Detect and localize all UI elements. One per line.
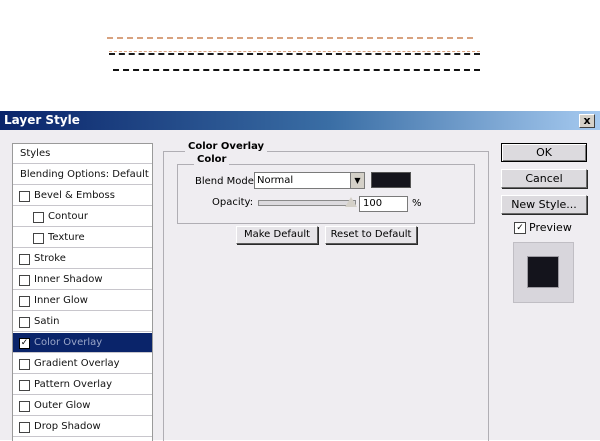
styles-list-item[interactable]: Styles	[13, 144, 152, 164]
canvas-dashed-line-dark	[113, 69, 480, 71]
styles-list-item[interactable]: Stroke	[13, 249, 152, 269]
styles-list-label: Texture	[48, 232, 85, 243]
opacity-slider[interactable]	[258, 200, 356, 206]
close-button[interactable]: x	[579, 114, 595, 128]
styles-list-item[interactable]: ✓ Color Overlay	[13, 333, 152, 353]
overlay-color-swatch[interactable]	[371, 172, 411, 188]
cancel-button[interactable]: Cancel	[501, 169, 587, 188]
styles-list-label: Pattern Overlay	[34, 379, 113, 390]
styles-list-checkbox[interactable]	[19, 191, 30, 202]
styles-list-checkbox[interactable]	[33, 212, 44, 223]
styles-list-checkbox[interactable]	[33, 233, 44, 244]
styles-list-label: Outer Glow	[34, 400, 91, 411]
styles-list-checkbox[interactable]	[19, 254, 30, 265]
styles-list-item[interactable]: Gradient Overlay	[13, 354, 152, 374]
opacity-unit: %	[412, 198, 422, 209]
blend-mode-select[interactable]: Normal ▼	[254, 172, 365, 189]
styles-list: Styles Blending Options: Default Bevel & E…	[12, 143, 153, 441]
styles-list-checkbox[interactable]: ✓	[19, 338, 30, 349]
canvas-dashed-line-orange	[107, 37, 473, 39]
preview-sample	[528, 257, 558, 287]
dialog-titlebar[interactable]: Layer Style x	[0, 111, 600, 130]
styles-list-label: Satin	[34, 316, 60, 327]
blend-mode-value: Normal	[257, 175, 294, 186]
styles-list-item[interactable]: Drop Shadow	[13, 417, 152, 437]
close-icon: x	[583, 114, 591, 127]
styles-list-item[interactable]: Inner Shadow	[13, 270, 152, 290]
styles-list-checkbox[interactable]	[19, 275, 30, 286]
styles-list-checkbox[interactable]	[19, 359, 30, 370]
canvas-dashed-line-black	[109, 53, 480, 55]
styles-list-label: Stroke	[34, 253, 66, 264]
ok-button[interactable]: OK	[501, 143, 587, 162]
styles-list-label: Color Overlay	[34, 337, 103, 348]
styles-list-checkbox[interactable]	[19, 317, 30, 328]
styles-list-checkbox[interactable]	[19, 401, 30, 412]
preview-checkbox[interactable]: ✓	[514, 222, 526, 234]
styles-list-checkbox[interactable]	[19, 422, 30, 433]
styles-list-item[interactable]: Satin	[13, 312, 152, 332]
opacity-label: Opacity:	[212, 197, 254, 208]
styles-list-item[interactable]: Pattern Overlay	[13, 375, 152, 395]
make-default-button[interactable]: Make Default	[236, 226, 318, 244]
styles-list-item[interactable]: Blending Options: Default	[13, 165, 152, 185]
chevron-down-icon[interactable]: ▼	[350, 173, 364, 188]
styles-list-checkbox[interactable]	[19, 296, 30, 307]
styles-list-label: Styles	[20, 148, 51, 159]
new-style-button[interactable]: New Style...	[501, 195, 587, 214]
section-title: Color Overlay	[185, 141, 268, 152]
dialog-title: Layer Style	[4, 113, 80, 127]
opacity-input[interactable]: 100	[359, 196, 408, 212]
styles-list-item[interactable]: Bevel & Emboss	[13, 186, 152, 206]
styles-list-label: Blending Options: Default	[20, 169, 149, 180]
preview-label: Preview	[529, 221, 572, 234]
styles-list-checkbox[interactable]	[19, 380, 30, 391]
styles-list-label: Bevel & Emboss	[34, 190, 115, 201]
styles-list-item[interactable]: Contour	[13, 207, 152, 227]
group-title: Color	[194, 154, 230, 165]
blend-mode-label: Blend Mode:	[195, 176, 258, 187]
styles-list-label: Inner Glow	[34, 295, 88, 306]
styles-list-item[interactable]: Inner Glow	[13, 291, 152, 311]
styles-list-label: Contour	[48, 211, 88, 222]
styles-list-label: Inner Shadow	[34, 274, 103, 285]
styles-list-item[interactable]: Outer Glow	[13, 396, 152, 416]
styles-list-label: Gradient Overlay	[34, 358, 120, 369]
canvas-dashed-line-orange-overlay	[109, 51, 480, 52]
styles-list-label: Drop Shadow	[34, 421, 101, 432]
opacity-slider-thumb[interactable]	[345, 197, 357, 207]
reset-to-default-button[interactable]: Reset to Default	[325, 226, 417, 244]
styles-list-item[interactable]: Texture	[13, 228, 152, 248]
